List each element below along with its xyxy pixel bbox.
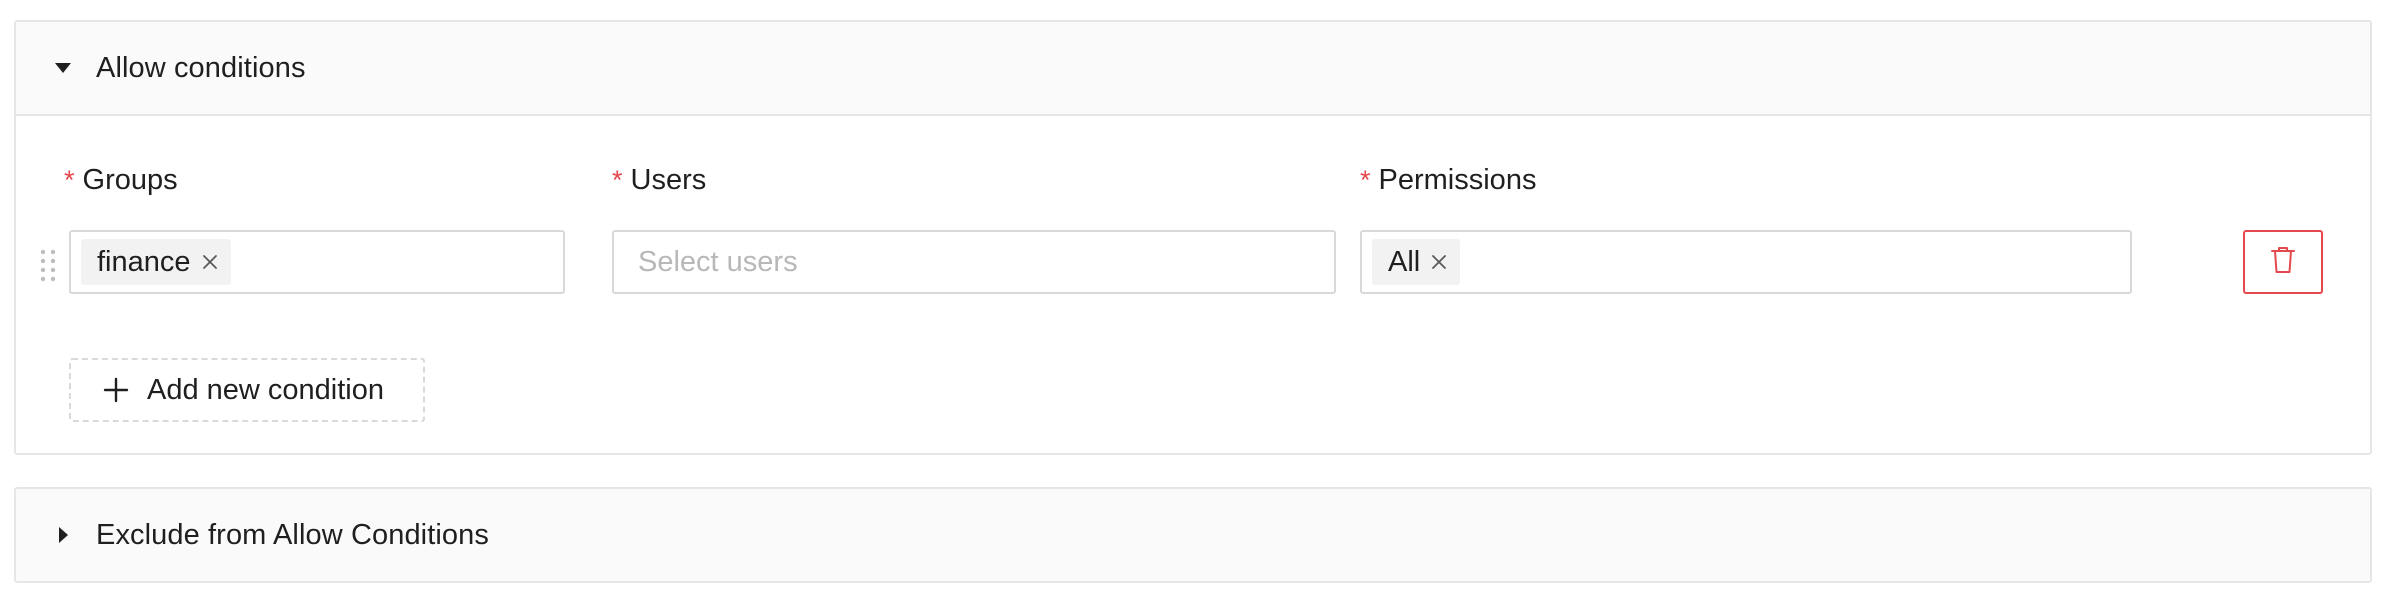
- allow-conditions-title: Allow conditions: [96, 51, 306, 84]
- add-new-condition-button[interactable]: Add new condition: [69, 358, 425, 422]
- caret-right-icon[interactable]: [52, 524, 74, 546]
- groups-select[interactable]: finance: [69, 230, 565, 294]
- required-marker: *: [612, 165, 623, 195]
- required-marker: *: [1360, 165, 1371, 195]
- caret-down-icon[interactable]: [52, 57, 74, 79]
- allow-conditions-panel: Allow conditions * Groups * Users * Permiss…: [14, 20, 2372, 455]
- close-icon[interactable]: [199, 251, 221, 273]
- drag-handle-icon[interactable]: [38, 248, 58, 282]
- add-new-condition-label: Add new condition: [147, 373, 384, 406]
- groups-label: * Groups: [64, 164, 178, 196]
- exclude-conditions-title: Exclude from Allow Conditions: [96, 518, 489, 551]
- users-select[interactable]: Select users: [612, 230, 1336, 294]
- allow-conditions-header[interactable]: Allow conditions: [16, 22, 2370, 116]
- users-label: * Users: [612, 164, 707, 196]
- users-placeholder: Select users: [638, 245, 798, 278]
- permissions-tag: All: [1372, 239, 1461, 285]
- plus-icon: [103, 377, 129, 403]
- permissions-select[interactable]: All: [1360, 230, 2132, 294]
- trash-icon: [2270, 246, 2296, 279]
- exclude-conditions-header[interactable]: Exclude from Allow Conditions: [16, 489, 2370, 581]
- exclude-conditions-panel: Exclude from Allow Conditions: [14, 487, 2372, 583]
- groups-tag: finance: [81, 239, 231, 285]
- permissions-label: * Permissions: [1360, 164, 1537, 196]
- delete-condition-button[interactable]: [2243, 230, 2323, 294]
- close-icon[interactable]: [1428, 251, 1450, 273]
- required-marker: *: [64, 165, 75, 195]
